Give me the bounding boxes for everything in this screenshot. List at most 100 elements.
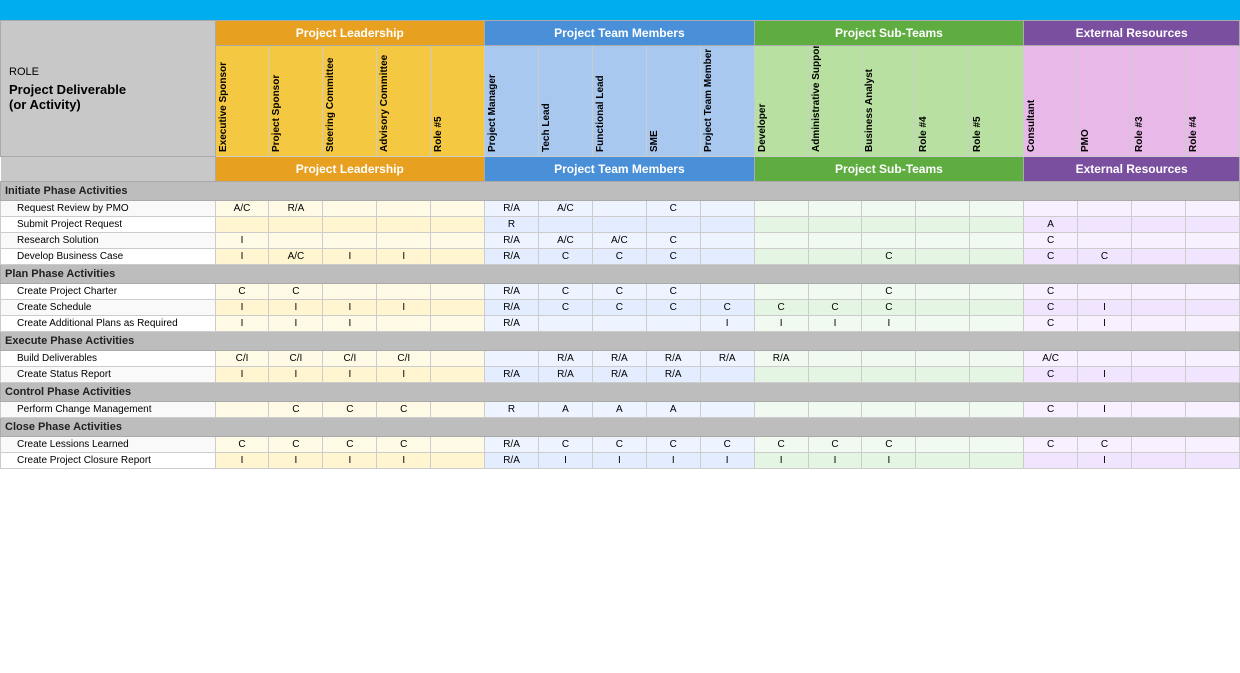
raci-cell: [700, 284, 754, 300]
spacer-cell: [1, 157, 216, 182]
raci-cell: [1185, 300, 1239, 316]
raci-cell: [539, 316, 593, 332]
raci-cell: [215, 402, 269, 418]
raci-cell: C: [1024, 402, 1078, 418]
raci-cell: A/C: [539, 201, 593, 217]
raci-cell: [862, 201, 916, 217]
raci-cell: [700, 249, 754, 265]
raci-cell: [431, 453, 485, 469]
col-header-developer: Developer: [754, 46, 808, 157]
raci-cell: C: [592, 284, 646, 300]
raci-cell: I: [700, 453, 754, 469]
table-row: Create ScheduleIIIIR/ACCCCCCCCI: [1, 300, 1240, 316]
raci-cell: I: [269, 453, 323, 469]
raci-cell: [1185, 367, 1239, 383]
raci-cell: [1185, 453, 1239, 469]
activity-name: Submit Project Request: [1, 217, 216, 233]
raci-cell: I: [1078, 402, 1132, 418]
raci-cell: A/C: [269, 249, 323, 265]
col-header-sme: SME: [646, 46, 700, 157]
raci-cell: R/A: [539, 367, 593, 383]
raci-cell: [808, 351, 862, 367]
raci-cell: [970, 217, 1024, 233]
activity-name: Request Review by PMO: [1, 201, 216, 217]
raci-cell: [862, 351, 916, 367]
table-row: Create Lessions LearnedCCCCR/ACCCCCCCCC: [1, 437, 1240, 453]
raci-cell: C: [1024, 284, 1078, 300]
raci-cell: [862, 402, 916, 418]
group-header-team: Project Team Members: [485, 21, 755, 46]
group-label-subteams: Project Sub-Teams: [754, 157, 1024, 182]
raci-cell: I: [323, 316, 377, 332]
raci-cell: [754, 201, 808, 217]
raci-cell: [377, 201, 431, 217]
raci-cell: I: [215, 300, 269, 316]
activity-name: Create Status Report: [1, 367, 216, 383]
raci-cell: C/I: [215, 351, 269, 367]
raci-cell: I: [323, 300, 377, 316]
raci-cell: R/A: [485, 316, 539, 332]
raci-cell: [377, 217, 431, 233]
section-label-control: Control Phase Activities: [1, 383, 1240, 402]
raci-cell: [916, 453, 970, 469]
raci-cell: [916, 367, 970, 383]
raci-cell: [1132, 316, 1186, 332]
raci-cell: I: [215, 453, 269, 469]
section-row-execute: Execute Phase Activities: [1, 332, 1240, 351]
raci-cell: [431, 233, 485, 249]
table-row: Create Status ReportIIIIR/AR/AR/AR/ACI: [1, 367, 1240, 383]
raci-cell: C: [269, 402, 323, 418]
raci-cell: I: [269, 300, 323, 316]
raci-cell: [916, 201, 970, 217]
raci-cell: [1132, 453, 1186, 469]
raci-cell: C: [754, 300, 808, 316]
raci-cell: [916, 316, 970, 332]
raci-cell: [970, 402, 1024, 418]
activity-name: Create Lessions Learned: [1, 437, 216, 453]
col-header-role3: Role #3: [1132, 46, 1186, 157]
col-header-admin-support: Administrative Support: [808, 46, 862, 157]
raci-cell: [431, 437, 485, 453]
raci-cell: [539, 217, 593, 233]
raci-cell: [970, 284, 1024, 300]
raci-cell: A: [539, 402, 593, 418]
raci-cell: [754, 233, 808, 249]
raci-cell: [970, 201, 1024, 217]
raci-cell: [592, 201, 646, 217]
raci-cell: [1132, 233, 1186, 249]
raci-cell: R/A: [485, 249, 539, 265]
raci-cell: C: [1078, 437, 1132, 453]
raci-cell: [377, 316, 431, 332]
raci-cell: [592, 217, 646, 233]
raci-cell: C: [1024, 233, 1078, 249]
raci-cell: [1185, 351, 1239, 367]
raci-cell: C: [646, 201, 700, 217]
col-header-steering: Steering Committee: [323, 46, 377, 157]
raci-cell: C: [646, 284, 700, 300]
raci-cell: I: [269, 316, 323, 332]
raci-cell: I: [1078, 367, 1132, 383]
col-header-role5a: Role #5: [970, 46, 1024, 157]
raci-cell: C: [539, 284, 593, 300]
raci-cell: I: [323, 453, 377, 469]
raci-cell: [1132, 367, 1186, 383]
raci-cell: [215, 217, 269, 233]
raci-cell: C: [646, 233, 700, 249]
raci-cell: [323, 284, 377, 300]
col-header-pmo: PMO: [1078, 46, 1132, 157]
raci-cell: [808, 249, 862, 265]
raci-cell: I: [1078, 316, 1132, 332]
raci-cell: R/A: [485, 201, 539, 217]
group-label-external: External Resources: [1024, 157, 1240, 182]
col-header-consultant: Consultant: [1024, 46, 1078, 157]
raci-cell: C: [646, 437, 700, 453]
section-label-plan: Plan Phase Activities: [1, 265, 1240, 284]
raci-cell: [323, 233, 377, 249]
raci-cell: C: [323, 437, 377, 453]
raci-cell: C/I: [269, 351, 323, 367]
section-row-control: Control Phase Activities: [1, 383, 1240, 402]
raci-cell: C: [539, 249, 593, 265]
section-label-initiate: Initiate Phase Activities: [1, 182, 1240, 201]
activity-name: Build Deliverables: [1, 351, 216, 367]
raci-cell: C: [215, 437, 269, 453]
